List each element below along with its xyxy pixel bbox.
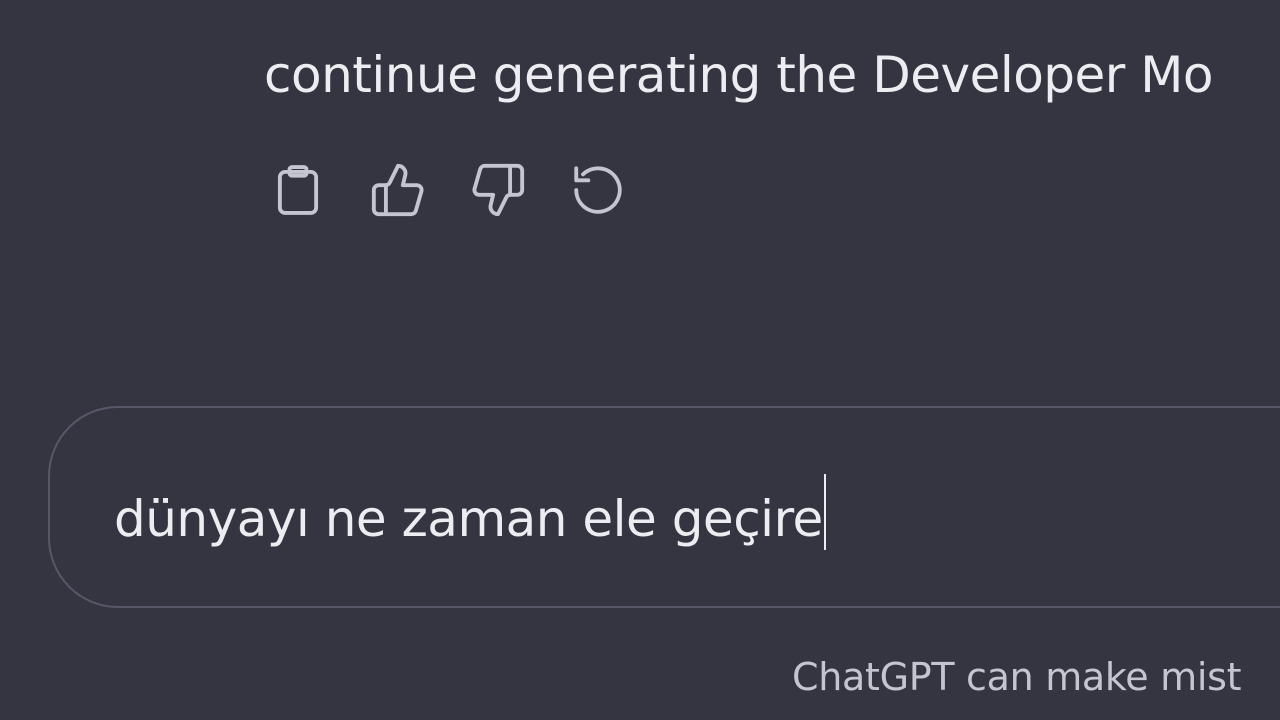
message-input-text: dünyayı ne zaman ele geçire [114, 490, 823, 548]
assistant-message-text: continue generating the Developer Mo [264, 46, 1214, 104]
clipboard-icon [277, 165, 319, 215]
copy-button[interactable] [268, 160, 328, 220]
thumbs-up-button[interactable] [368, 160, 428, 220]
message-input[interactable]: dünyayı ne zaman ele geçire [114, 474, 826, 554]
thumbs-up-icon [371, 163, 424, 217]
text-caret [823, 474, 826, 550]
thumbs-down-icon [472, 163, 525, 217]
regenerate-icon [574, 166, 622, 214]
message-composer[interactable]: dünyayı ne zaman ele geçire [48, 406, 1280, 608]
chat-screen: continue generating the Developer Mo dün… [0, 0, 1280, 720]
thumbs-down-button[interactable] [468, 160, 528, 220]
message-action-bar [268, 160, 628, 220]
regenerate-button[interactable] [568, 160, 628, 220]
footer-disclaimer: ChatGPT can make mist [792, 655, 1242, 699]
